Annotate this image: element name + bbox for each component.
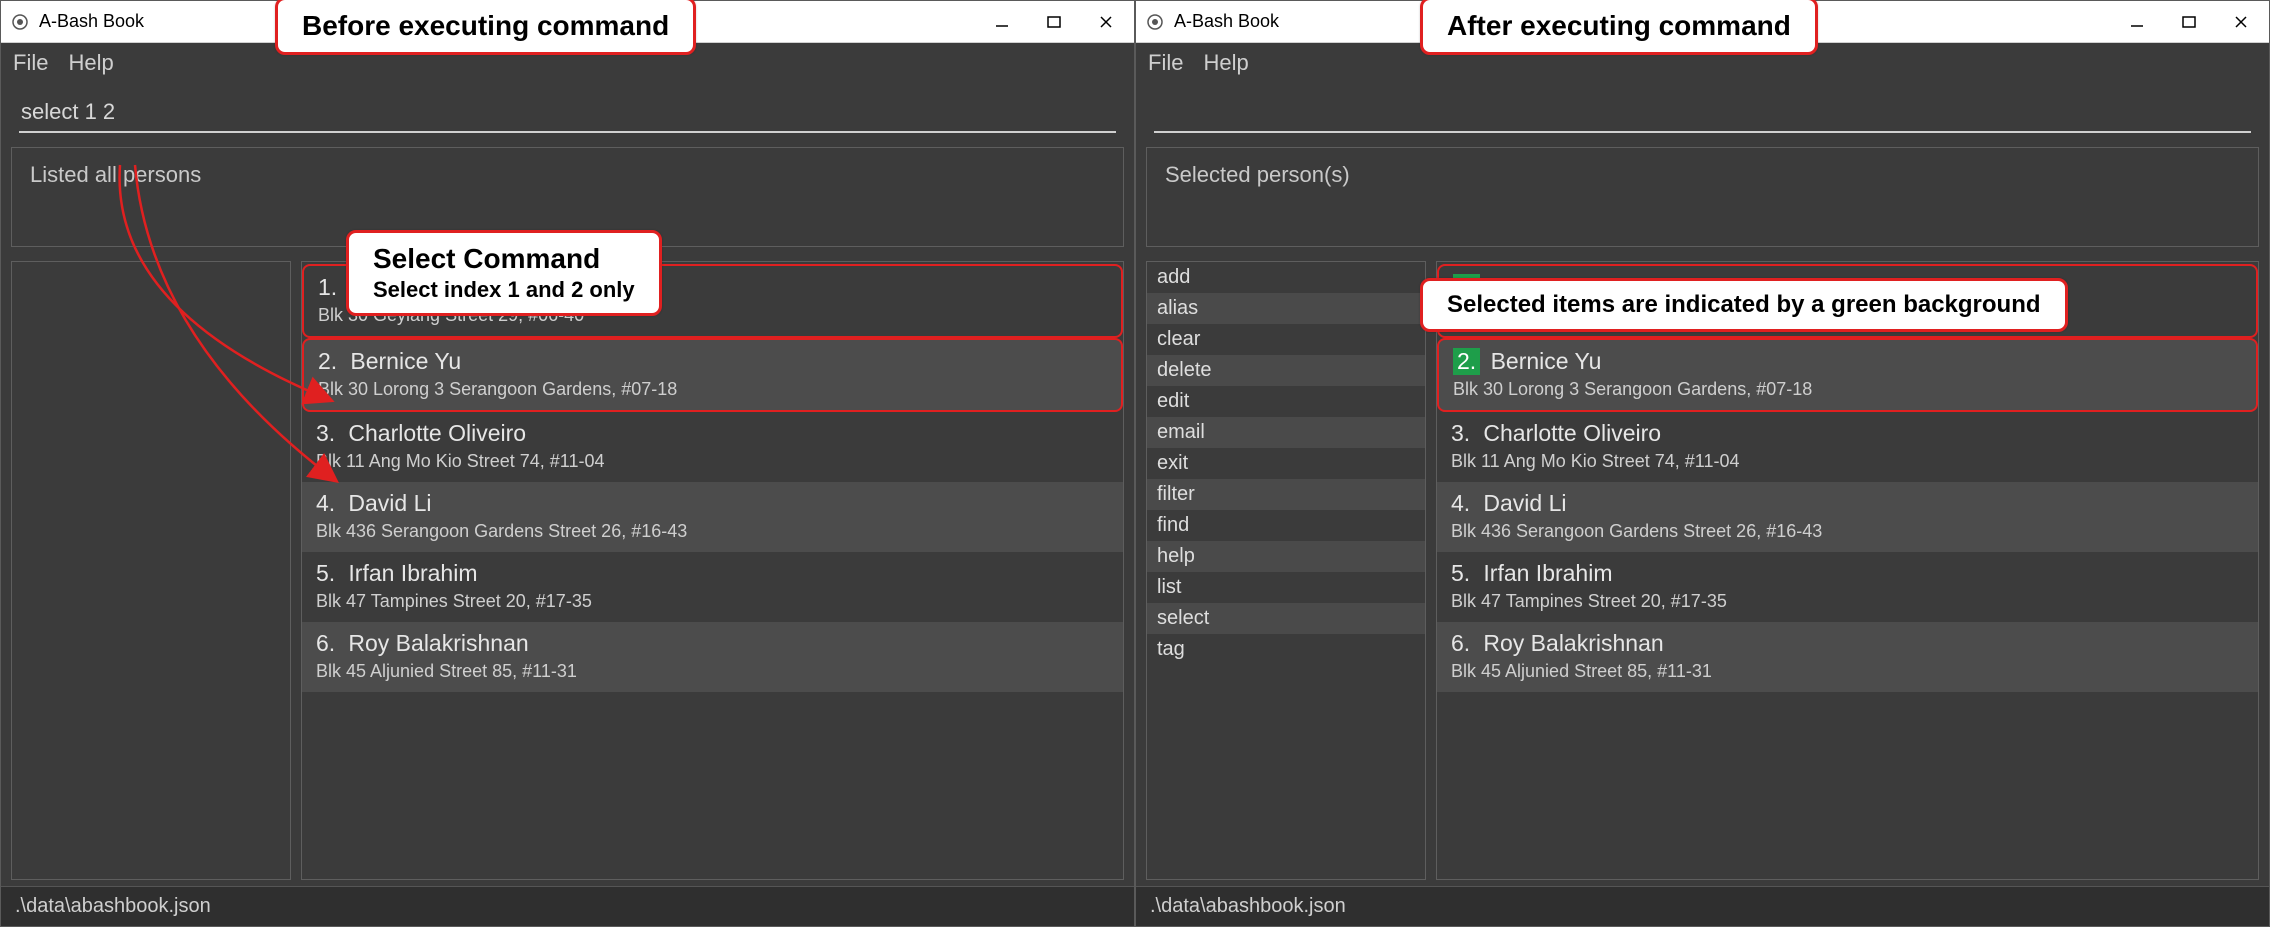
person-name: Roy Balakrishnan <box>1477 630 1664 656</box>
suggestion-item[interactable]: exit <box>1147 448 1425 479</box>
person-card[interactable]: 6. Roy Balakrishnan Blk 45 Aljunied Stree… <box>1437 622 2258 692</box>
person-address: Blk 11 Ang Mo Kio Street 74, #11-04 <box>1451 451 2244 472</box>
app-title: A-Bash Book <box>1174 11 1279 32</box>
window-before: A-Bash Book File Help Listed all persons… <box>0 0 1135 927</box>
person-name: David Li <box>1477 490 1566 516</box>
person-index: 3. <box>1451 420 1473 447</box>
person-address: Blk 436 Serangoon Gardens Street 26, #16… <box>316 521 1109 542</box>
suggestion-item[interactable]: edit <box>1147 386 1425 417</box>
maximize-button[interactable] <box>1044 12 1064 32</box>
person-index: 2. <box>1453 348 1480 375</box>
menu-file[interactable]: File <box>1148 50 1183 76</box>
app-icon <box>9 11 31 33</box>
person-card[interactable]: 2. Bernice Yu Blk 30 Lorong 3 Serangoon G… <box>1437 338 2258 412</box>
person-name: Charlotte Oliveiro <box>1477 420 1661 446</box>
person-card[interactable]: 6. Roy Balakrishnan Blk 45 Aljunied Stree… <box>302 622 1123 692</box>
person-address: Blk 11 Ang Mo Kio Street 74, #11-04 <box>316 451 1109 472</box>
callout-select-command: Select Command Select index 1 and 2 only <box>346 230 662 316</box>
suggestion-item[interactable]: filter <box>1147 479 1425 510</box>
person-address: Blk 30 Lorong 3 Serangoon Gardens, #07-1… <box>318 379 1107 400</box>
suggestion-item[interactable]: email <box>1147 417 1425 448</box>
callout-green-bg: Selected items are indicated by a green … <box>1420 278 2068 332</box>
person-index: 5. <box>316 560 338 587</box>
person-index: 6. <box>1451 630 1473 657</box>
footer-path: .\data\abashbook.json <box>1 886 1134 926</box>
suggestion-item[interactable]: help <box>1147 541 1425 572</box>
window-controls <box>992 12 1126 32</box>
menu-file[interactable]: File <box>13 50 48 76</box>
person-name: Charlotte Oliveiro <box>342 420 526 446</box>
person-index: 1. <box>318 274 340 301</box>
person-address: Blk 45 Aljunied Street 85, #11-31 <box>1451 661 2244 682</box>
maximize-button[interactable] <box>2179 12 2199 32</box>
window-after: A-Bash Book File Help Selected person(s)… <box>1135 0 2270 927</box>
person-address: Blk 47 Tampines Street 20, #17-35 <box>1451 591 2244 612</box>
suggestion-item[interactable]: find <box>1147 510 1425 541</box>
suggestion-item[interactable]: list <box>1147 572 1425 603</box>
person-list: 1. Alex YeohBlk 30 Geylang Street 29, #0… <box>301 261 1124 880</box>
person-index: 4. <box>1451 490 1473 517</box>
person-index: 3. <box>316 420 338 447</box>
suggestion-panel: addaliascleardeleteeditemailexitfilterfi… <box>1146 261 1426 880</box>
command-input[interactable] <box>1154 93 2251 133</box>
app-icon <box>1144 11 1166 33</box>
person-card[interactable]: 2. Bernice Yu Blk 30 Lorong 3 Serangoon G… <box>302 338 1123 412</box>
menu-help[interactable]: Help <box>1203 50 1248 76</box>
person-card[interactable]: 5. Irfan Ibrahim Blk 47 Tampines Street 2… <box>1437 552 2258 622</box>
person-name: David Li <box>342 490 431 516</box>
minimize-button[interactable] <box>992 12 1012 32</box>
app-title: A-Bash Book <box>39 11 144 32</box>
person-address: Blk 47 Tampines Street 20, #17-35 <box>316 591 1109 612</box>
minimize-button[interactable] <box>2127 12 2147 32</box>
callout-before: Before executing command <box>275 0 696 55</box>
suggestion-panel <box>11 261 291 880</box>
person-address: Blk 436 Serangoon Gardens Street 26, #16… <box>1451 521 2244 542</box>
person-name: Roy Balakrishnan <box>342 630 529 656</box>
person-list: 1. Alex YeohBlk 30 Geylang Street 29, #0… <box>1436 261 2259 880</box>
person-card[interactable]: 3. Charlotte Oliveiro Blk 11 Ang Mo Kio S… <box>1437 412 2258 482</box>
person-card[interactable]: 5. Irfan Ibrahim Blk 47 Tampines Street 2… <box>302 552 1123 622</box>
close-button[interactable] <box>1096 12 1116 32</box>
callout-after: After executing command <box>1420 0 1818 55</box>
person-name: Bernice Yu <box>1484 348 1601 374</box>
suggestion-item[interactable]: add <box>1147 262 1425 293</box>
suggestion-item[interactable]: delete <box>1147 355 1425 386</box>
person-index: 4. <box>316 490 338 517</box>
person-card[interactable]: 3. Charlotte Oliveiro Blk 11 Ang Mo Kio S… <box>302 412 1123 482</box>
suggestion-item[interactable]: tag <box>1147 634 1425 665</box>
person-card[interactable]: 4. David Li Blk 436 Serangoon Gardens Str… <box>302 482 1123 552</box>
suggestion-item[interactable]: select <box>1147 603 1425 634</box>
person-name: Irfan Ibrahim <box>342 560 478 586</box>
status-message: Selected person(s) <box>1146 147 2259 247</box>
suggestion-item[interactable]: clear <box>1147 324 1425 355</box>
footer-path: .\data\abashbook.json <box>1136 886 2269 926</box>
menu-help[interactable]: Help <box>68 50 113 76</box>
command-input[interactable] <box>19 93 1116 133</box>
person-address: Blk 45 Aljunied Street 85, #11-31 <box>316 661 1109 682</box>
window-controls <box>2127 12 2261 32</box>
close-button[interactable] <box>2231 12 2251 32</box>
person-name: Bernice Yu <box>344 348 461 374</box>
person-index: 5. <box>1451 560 1473 587</box>
person-name: Irfan Ibrahim <box>1477 560 1613 586</box>
person-address: Blk 30 Lorong 3 Serangoon Gardens, #07-1… <box>1453 379 2242 400</box>
person-index: 2. <box>318 348 340 375</box>
person-index: 6. <box>316 630 338 657</box>
person-card[interactable]: 4. David Li Blk 436 Serangoon Gardens Str… <box>1437 482 2258 552</box>
suggestion-item[interactable]: alias <box>1147 293 1425 324</box>
